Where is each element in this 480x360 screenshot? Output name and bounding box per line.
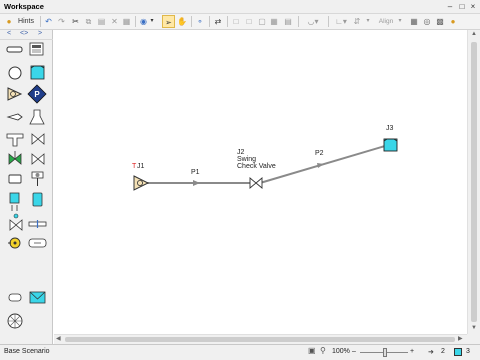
redo-icon[interactable]: ↷ (56, 15, 67, 28)
chevron-down-icon[interactable]: ▾ (149, 15, 155, 28)
flip-icon[interactable]: ⇵ (351, 15, 363, 28)
area-change-tool-icon[interactable] (29, 109, 45, 125)
junction-J3[interactable] (383, 138, 398, 152)
junction-J1-prefix: T (132, 163, 137, 170)
zoom-out-button[interactable]: – (352, 348, 356, 355)
zoom-slider-thumb[interactable] (383, 348, 387, 357)
pipe-tool-icon[interactable] (6, 46, 23, 53)
pipe-P2-label: P2 (315, 150, 324, 157)
line-icon[interactable]: ∟▾ (332, 15, 350, 28)
chevron-down-icon[interactable]: ▾ (396, 15, 404, 28)
volume-balance-tool-icon[interactable] (29, 291, 46, 304)
tips-bulb-icon[interactable]: ● (447, 15, 459, 28)
align-button[interactable]: Align (375, 15, 397, 28)
junction-J1-label: J1 (137, 163, 145, 170)
lock-icon[interactable]: ▢ (256, 15, 268, 28)
pipe-style-icon[interactable]: ◡▾ (302, 15, 324, 28)
compressor-tool-icon[interactable] (7, 313, 23, 329)
tee-tool-icon[interactable] (6, 133, 24, 147)
screen-tool-icon[interactable] (28, 238, 47, 248)
zoom-level: 100% (332, 348, 350, 355)
ungroup-icon[interactable]: □ (243, 15, 255, 28)
orifice-tool-icon[interactable] (28, 220, 47, 228)
vertical-scroll-thumb[interactable] (471, 42, 477, 322)
zoom-icon[interactable]: ◎ (421, 15, 433, 28)
hints-button[interactable]: Hints (15, 15, 37, 28)
scroll-left-icon[interactable]: ◀ (56, 335, 61, 342)
relief-valve-tool-icon[interactable] (31, 171, 44, 186)
reservoir-tool-icon[interactable] (30, 65, 45, 80)
horizontal-scrollbar[interactable]: ◀ ▶ (54, 334, 467, 344)
paste-icon[interactable]: ▤ (96, 15, 107, 28)
annotation-tool-icon[interactable] (29, 42, 44, 56)
general-component-tool-icon[interactable] (9, 213, 23, 231)
arrange-icon[interactable]: ▦ (408, 15, 420, 28)
check-valve-tool-icon[interactable] (31, 153, 45, 165)
zoom-in-button[interactable]: + (410, 348, 414, 355)
grid-icon[interactable]: ▦ (268, 15, 280, 28)
pan-hand-icon[interactable]: ✋ (176, 15, 188, 28)
junction-count: 3 (466, 348, 470, 355)
group-icon[interactable]: □ (230, 15, 242, 28)
window-title: Workspace (4, 2, 44, 11)
toolbar: ● Hints ↶ ↷ ✂ ⧉ ▤ ✕ ▦ ◉ ▾ ➢ ✋ ⚬ ⇄ □ □ ▢ … (0, 14, 480, 30)
close-button[interactable]: × (467, 1, 479, 12)
component-palette: < <> > P (0, 30, 53, 344)
zoom-magnifier-icon[interactable]: ⚲ (320, 346, 326, 355)
palette-icons: P (6, 42, 47, 329)
title-bar: Workspace – □ × (0, 0, 480, 14)
select-arrow-icon[interactable]: ➢ (162, 15, 175, 28)
scroll-up-icon[interactable]: ▲ (471, 31, 477, 37)
junction-J2-type-line2: Check Valve (237, 163, 276, 170)
model-drawing (133, 138, 398, 191)
assigned-pressure-tool-icon[interactable]: P (27, 84, 47, 104)
junction-J1[interactable] (133, 175, 150, 191)
status-bar: Base Scenario ▣ ⚲ 100% – + ➜ 2 3 (0, 344, 480, 360)
vertical-scrollbar[interactable]: ▲ ▼ (467, 30, 480, 334)
volume-tool-icon[interactable] (32, 192, 43, 207)
scroll-right-icon[interactable]: ▶ (458, 335, 463, 342)
assigned-flow-tool-icon[interactable] (7, 87, 23, 101)
valve-tool-icon[interactable] (31, 133, 45, 145)
pipe-count-icon: ➜ (428, 349, 434, 356)
copy-icon[interactable]: ⧉ (83, 15, 94, 28)
color-icon[interactable]: ◉ (138, 15, 149, 28)
reverse-direction-icon[interactable]: ⇄ (212, 15, 224, 28)
chevron-down-icon[interactable]: ▾ (364, 15, 372, 28)
print-icon[interactable]: ▩ (434, 15, 446, 28)
pipe-P1[interactable] (145, 180, 252, 186)
spray-discharge-tool-icon[interactable] (6, 113, 23, 121)
junction-J3-label: J3 (386, 125, 394, 132)
junction-count-icon (454, 348, 462, 356)
delete-icon[interactable]: ✕ (109, 15, 120, 28)
scenario-name: Base Scenario (4, 348, 50, 355)
branch-tool-icon[interactable] (8, 66, 22, 80)
pipe-count: 2 (441, 348, 445, 355)
cut-icon[interactable]: ✂ (70, 15, 81, 28)
undo-icon[interactable]: ↶ (43, 15, 54, 28)
scroll-down-icon[interactable]: ▼ (471, 325, 477, 331)
minimize-button[interactable]: – (444, 1, 456, 12)
dead-end-tool-icon[interactable] (8, 174, 22, 184)
horizontal-scroll-thumb[interactable] (65, 337, 455, 342)
zoom-fit-icon[interactable]: ▣ (308, 346, 316, 355)
svg-text:P: P (34, 90, 40, 99)
workspace-canvas[interactable]: T J1 P1 J2 Swing Check Valve P2 J3 (54, 30, 467, 334)
select-all-icon[interactable]: ▦ (121, 15, 132, 28)
heat-exchanger-tool-icon[interactable] (9, 192, 20, 211)
binoculars-icon[interactable]: ⚬ (194, 15, 206, 28)
snap-icon[interactable]: ▤ (282, 15, 294, 28)
junction-J2[interactable] (249, 177, 263, 189)
pipe-P1-label: P1 (191, 169, 200, 176)
control-valve-tool-icon[interactable] (8, 151, 22, 165)
hints-bulb-icon[interactable]: ● (3, 15, 15, 28)
workspace-window: Workspace – □ × ● Hints ↶ ↷ ✂ ⧉ ▤ ✕ ▦ ◉ … (0, 0, 480, 360)
scroll-corner (467, 334, 480, 344)
pump-tool-icon[interactable] (8, 237, 21, 249)
bend-tool-icon[interactable] (8, 293, 22, 302)
